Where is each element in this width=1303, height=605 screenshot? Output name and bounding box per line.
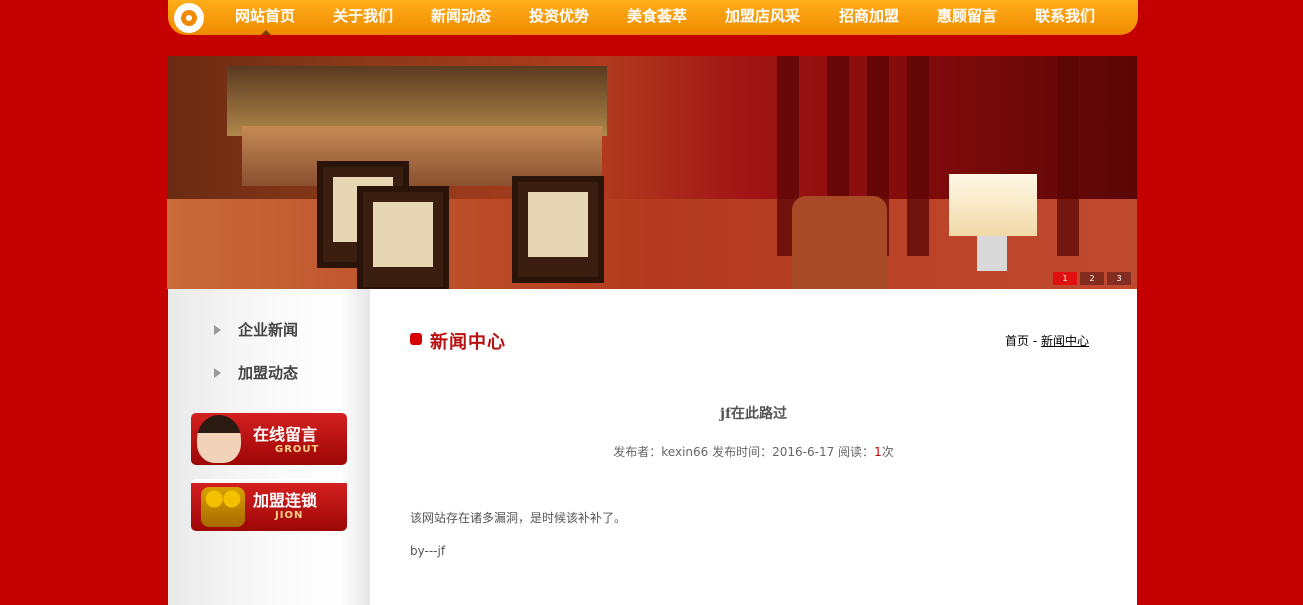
section-bullet-icon [410, 333, 422, 345]
top-nav: 网站首页 关于我们 新闻动态 投资优势 美食荟萃 加盟店风采 招商加盟 惠顾留言… [168, 0, 1138, 35]
sidebar-item-label: 企业新闻 [238, 321, 299, 339]
banner-dot-1[interactable]: 1 [1053, 272, 1077, 285]
publisher-label: 发布者： [613, 445, 662, 459]
article-body: 该网站存在诸多漏洞，是时候该补补了。 [410, 511, 627, 525]
handshake-icon [201, 487, 245, 527]
customer-service-avatar-icon [197, 415, 241, 463]
breadcrumb-current-link[interactable]: 新闻中心 [1041, 334, 1089, 348]
banner-lamp-base [977, 236, 1007, 271]
banner-pager: 1 2 3 [1053, 272, 1131, 285]
publish-time-label: 发布时间： [708, 445, 773, 459]
promo-title: 加盟连锁 [253, 491, 318, 510]
nav-item-contact[interactable]: 联系我们 [1035, 0, 1095, 35]
section-title: 新闻中心 [430, 332, 506, 353]
read-count-label: 阅读： [834, 445, 875, 459]
promo-subtitle: GROUT [275, 444, 320, 455]
read-count: 1 [874, 445, 882, 459]
nav-item-investment[interactable]: 投资优势 [529, 0, 589, 35]
online-message-banner[interactable]: 在线留言 GROUT [191, 413, 347, 465]
main-content: 新闻中心 首页 - 新闻中心 jf在此路过 发布者：kexin66 发布时间：2… [370, 289, 1137, 605]
triangle-right-icon [214, 368, 221, 378]
nav-item-guestbook[interactable]: 惠顾留言 [937, 0, 997, 35]
logo-icon[interactable] [174, 3, 204, 33]
banner-wall-panel [1057, 56, 1079, 256]
publish-time: 2016-6-17 [772, 445, 835, 459]
article-signature: by---jf [410, 544, 446, 558]
promo-subtitle: JION [275, 510, 304, 521]
sidebar-item-label: 加盟动态 [238, 364, 299, 382]
banner-dot-3[interactable]: 3 [1107, 272, 1131, 285]
nav-item-join[interactable]: 招商加盟 [839, 0, 899, 35]
hero-banner[interactable]: 1 2 3 [167, 56, 1137, 289]
promo-title: 在线留言 [253, 425, 318, 444]
banner-lamp [949, 174, 1037, 236]
banner-chair [357, 186, 449, 289]
nav-item-news[interactable]: 新闻动态 [431, 0, 491, 35]
sidebar: 企业新闻 加盟动态 在线留言 GROUT 加盟连锁 JION [168, 289, 370, 605]
banner-sofa [792, 196, 887, 289]
franchise-chain-banner[interactable]: 加盟连锁 JION [191, 479, 347, 531]
breadcrumb-home-link[interactable]: 首页 [1005, 334, 1029, 348]
banner-dot-2[interactable]: 2 [1080, 272, 1104, 285]
nav-item-about[interactable]: 关于我们 [333, 0, 393, 35]
banner-wall-panel [907, 56, 929, 256]
nav-item-home[interactable]: 网站首页 [235, 0, 295, 35]
breadcrumb-separator: - [1029, 334, 1041, 348]
triangle-right-icon [214, 325, 221, 335]
nav-item-cuisine[interactable]: 美食荟萃 [627, 0, 687, 35]
nav-item-franchise-stores[interactable]: 加盟店风采 [725, 0, 800, 35]
article-title: jf在此路过 [719, 406, 788, 422]
read-count-unit: 次 [881, 445, 894, 459]
article-meta: 发布者：kexin66 发布时间：2016-6-17 阅读：1次 [370, 443, 1137, 460]
breadcrumb: 首页 - 新闻中心 [1005, 332, 1089, 349]
publisher-name: kexin66 [661, 445, 709, 459]
sidebar-item-franchise-news[interactable]: 加盟动态 [214, 362, 298, 384]
banner-chair [512, 176, 604, 283]
sidebar-item-company-news[interactable]: 企业新闻 [214, 319, 298, 341]
